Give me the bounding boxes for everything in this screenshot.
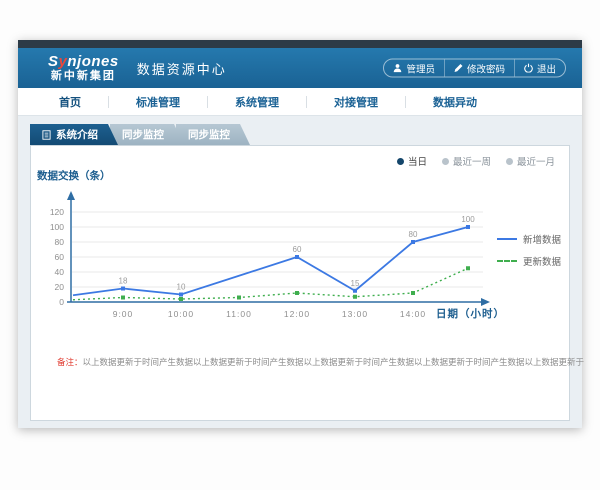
content-area: 系统介绍 同步监控 同步监控 当日 最近一周 最近一月 数据交换（条） 日期（小… [18,116,582,428]
user-toolbar: 管理员 修改密码 退出 [383,59,566,78]
data-point [466,266,470,270]
change-password-label: 修改密码 [467,61,505,75]
data-point [237,296,241,300]
radio-last-month[interactable]: 最近一月 [506,154,555,168]
nav-item-home[interactable]: 首页 [32,94,108,110]
x-tick-label: 13:00 [342,309,368,319]
data-point [411,240,415,244]
logo-text-cn: 新中新集团 [48,70,119,82]
radio-dot [506,158,513,165]
tab-system-intro[interactable]: 系统介绍 [30,124,118,145]
legend-item-update-data[interactable]: 更新数据 [497,254,561,268]
nav-item-system-mgmt[interactable]: 系统管理 [208,94,306,110]
app-header: Synjones 新中新集团 数据资源中心 管理员 修改密码 退出 [18,48,582,88]
y-axis-arrow [67,191,75,200]
footnote-text: 以上数据更新于时间产生数据以上数据更新于时间产生数据以上数据更新于时间产生数据以… [83,357,585,367]
nav-item-standard-mgmt[interactable]: 标准管理 [109,94,207,110]
radio-label: 最近一周 [453,154,491,168]
nav-item-docking-mgmt[interactable]: 对接管理 [307,94,405,110]
y-tick-label: 60 [55,252,65,262]
tab-bar: 系统介绍 同步监控 同步监控 [30,124,242,145]
point-label: 80 [409,230,418,239]
point-label: 15 [351,279,360,288]
radio-today[interactable]: 当日 [397,154,427,168]
y-tick-label: 100 [50,222,64,232]
footnote-prefix: 备注： [57,357,83,367]
window-titlebar [18,40,582,48]
data-point [121,287,125,291]
radio-label: 最近一月 [517,154,555,168]
radio-dot [397,158,404,165]
time-range-filter: 当日 最近一周 最近一月 [397,154,555,168]
radio-last-week[interactable]: 最近一周 [442,154,491,168]
logo-text-en: Synjones [48,54,119,71]
y-tick-label: 80 [55,237,65,247]
x-tick-label: 9:00 [113,309,134,319]
point-label: 60 [293,245,302,254]
footnote: 备注：以上数据更新于时间产生数据以上数据更新于时间产生数据以上数据更新于时间产生… [57,356,584,368]
y-tick-label: 0 [59,297,64,307]
power-icon [524,64,533,73]
x-tick-label: 14:00 [400,309,426,319]
logout-button[interactable]: 退出 [514,60,565,77]
tab-label: 同步监控 [122,127,164,142]
data-point [353,295,357,299]
legend-item-new-data[interactable]: 新增数据 [497,232,561,246]
data-point [466,225,470,229]
document-icon [42,130,51,140]
change-password-button[interactable]: 修改密码 [444,60,514,77]
user-label: 管理员 [406,61,435,75]
point-label: 18 [119,277,128,286]
data-point [295,291,299,295]
legend-line-swatch [497,260,517,262]
y-tick-label: 40 [55,267,65,277]
point-label: 10 [177,283,186,292]
user-menu[interactable]: 管理员 [384,60,444,77]
edit-icon [454,64,463,73]
x-axis-title: 日期（小时） [436,306,505,321]
chart-legend: 新增数据 更新数据 [497,232,561,276]
y-tick-label: 20 [55,282,65,292]
y-tick-label: 120 [50,207,64,217]
data-point [353,289,357,293]
company-logo: Synjones 新中新集团 [48,54,119,83]
user-icon [393,64,402,73]
data-point [179,293,183,297]
page-title: 数据资源中心 [137,59,227,78]
line-chart: 0 20 40 60 80 100 120 9:00 10:00 11:00 12:00 13:00 1… [31,146,569,386]
tab-label: 同步监控 [188,127,230,142]
legend-label: 更新数据 [523,254,561,268]
y-axis-title: 数据交换（条） [37,168,111,183]
app-window: Synjones 新中新集团 数据资源中心 管理员 修改密码 退出 首页 标准管… [18,40,582,428]
series-line-1 [73,268,468,300]
logout-label: 退出 [537,61,556,75]
data-point [179,297,183,301]
tab-sync-monitor-2[interactable]: 同步监控 [176,124,250,145]
data-point [295,255,299,259]
legend-label: 新增数据 [523,232,561,246]
legend-line-swatch [497,238,517,240]
tab-label: 系统介绍 [56,127,98,142]
nav-item-data-change[interactable]: 数据异动 [406,94,504,110]
x-tick-label: 12:00 [284,309,310,319]
tab-sync-monitor-1[interactable]: 同步监控 [110,124,184,145]
data-point [121,296,125,300]
x-tick-label: 10:00 [168,309,194,319]
radio-label: 当日 [408,154,427,168]
main-nav: 首页 标准管理 系统管理 对接管理 数据异动 [18,88,582,116]
data-point [411,291,415,295]
x-tick-label: 11:00 [226,309,252,319]
radio-dot [442,158,449,165]
chart-panel: 当日 最近一周 最近一月 数据交换（条） 日期（小时） 0 20 40 60 80 100… [30,145,570,421]
x-axis-arrow [481,298,490,306]
point-label: 100 [461,215,475,224]
